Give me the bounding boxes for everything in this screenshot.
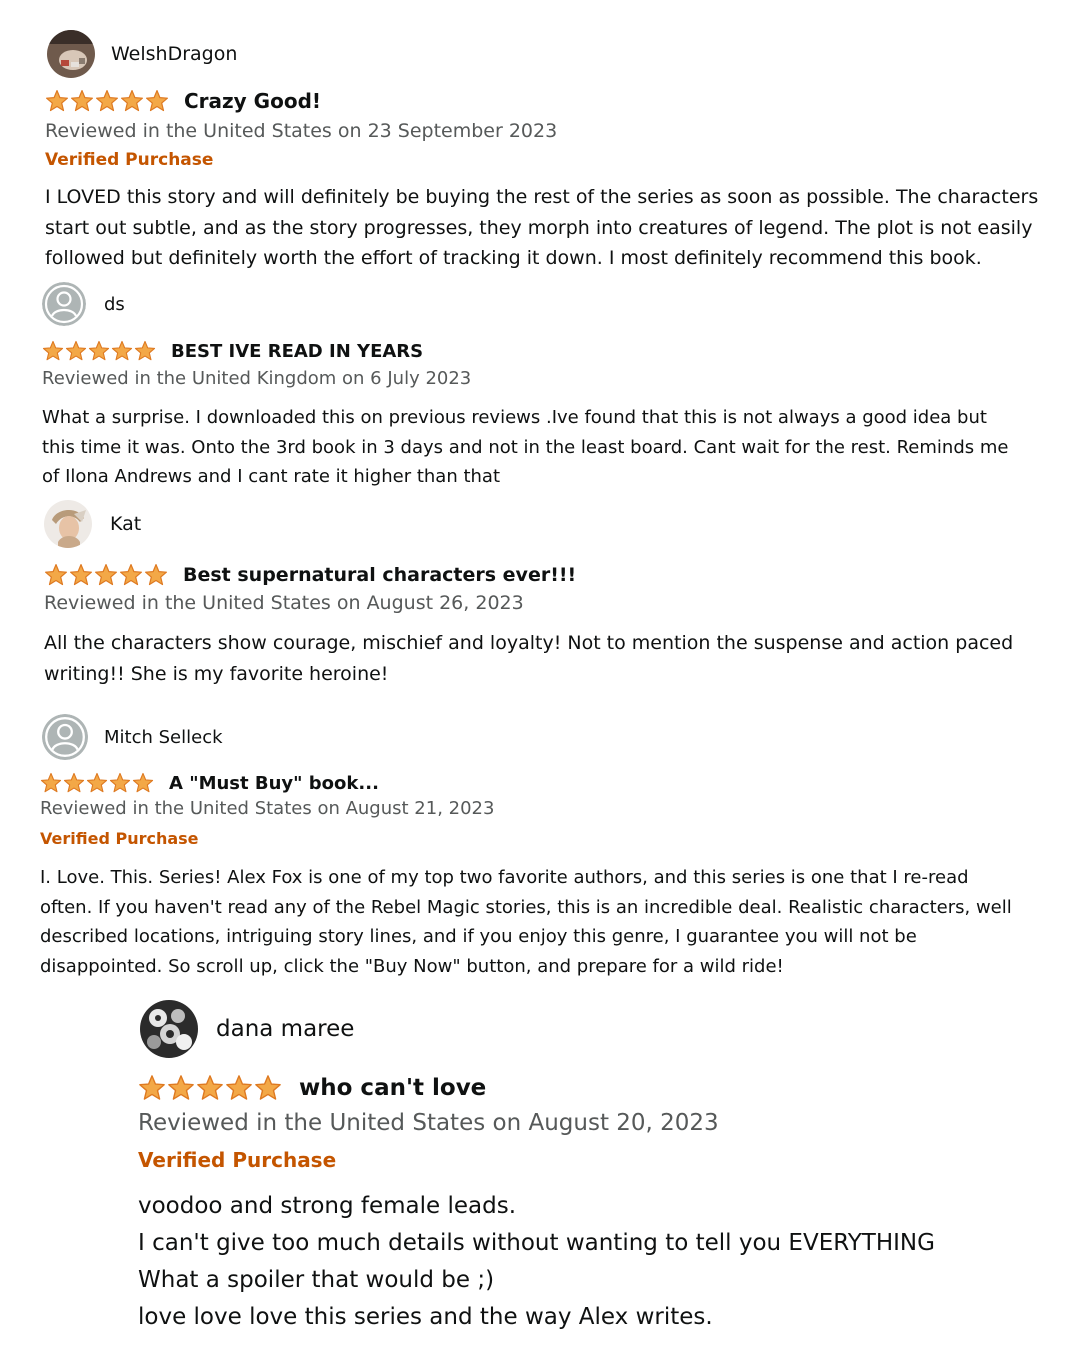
review-card: ds BEST IVE READ IN YEARS Reviewed in th… bbox=[42, 282, 1008, 492]
review-body: What a surprise. I downloaded this on pr… bbox=[42, 403, 1008, 492]
reviewer-profile[interactable]: Kat bbox=[44, 500, 1013, 548]
review-body-line: I can't give too much details without wa… bbox=[138, 1230, 935, 1256]
review-card: dana maree who can't love Reviewed in th… bbox=[138, 1000, 935, 1336]
user-photo-avatar-icon bbox=[47, 30, 95, 78]
review-title[interactable]: A "Must Buy" book... bbox=[169, 773, 379, 794]
verified-purchase-badge: Verified Purchase bbox=[138, 1148, 337, 1172]
review-card: WelshDragon Crazy Good! Reviewed in the … bbox=[45, 30, 1038, 274]
star-icon bbox=[42, 340, 64, 361]
star-icon bbox=[134, 340, 156, 361]
star-rating-icon bbox=[44, 563, 169, 587]
star-icon bbox=[146, 90, 168, 112]
star-icon bbox=[70, 564, 92, 586]
star-icon bbox=[45, 564, 67, 586]
star-icon bbox=[168, 1075, 194, 1100]
star-icon bbox=[65, 340, 87, 361]
review-body-line: What a surprise. I downloaded this on pr… bbox=[42, 407, 987, 428]
review-title[interactable]: Crazy Good! bbox=[184, 89, 321, 113]
reviewer-name[interactable]: Mitch Selleck bbox=[104, 727, 223, 748]
user-photo-avatar-icon bbox=[44, 500, 92, 548]
review-body-line: described locations, intriguing story li… bbox=[40, 926, 917, 948]
star-rating-icon bbox=[42, 340, 157, 362]
star-icon bbox=[88, 340, 110, 361]
review-body-line: I LOVED this story and will definitely b… bbox=[45, 186, 1039, 208]
star-icon bbox=[121, 90, 143, 112]
review-body-line: voodoo and strong female leads. bbox=[138, 1193, 517, 1219]
star-rating-icon bbox=[40, 772, 155, 794]
reviewer-profile[interactable]: WelshDragon bbox=[45, 30, 1038, 78]
star-icon bbox=[46, 90, 68, 112]
star-icon bbox=[132, 772, 154, 793]
star-icon bbox=[197, 1075, 223, 1100]
reviewer-name[interactable]: Kat bbox=[110, 513, 141, 535]
review-date: Reviewed in the United States on August … bbox=[40, 798, 495, 819]
reviewer-name[interactable]: ds bbox=[104, 294, 125, 315]
review-card: Mitch Selleck A "Must Buy" book... Revie… bbox=[40, 714, 1012, 982]
review-body-line: start out subtle, and as the story progr… bbox=[45, 216, 1033, 239]
review-body-line: often. If you haven't read any of the Re… bbox=[40, 896, 1012, 918]
user-photo-avatar-icon bbox=[140, 1000, 198, 1058]
review-body: voodoo and strong female leads. I can't … bbox=[138, 1188, 935, 1336]
review-date: Reviewed in the United Kingdom on 6 July… bbox=[42, 368, 472, 389]
review-body-line: followed but definitely worth the effort… bbox=[45, 247, 982, 269]
review-body-line: disappointed. So scroll up, click the "B… bbox=[40, 956, 784, 978]
review-body-line: All the characters show courage, mischie… bbox=[44, 632, 1014, 654]
review-date: Reviewed in the United States on August … bbox=[138, 1110, 719, 1136]
review-date: Reviewed in the United States on August … bbox=[44, 592, 524, 614]
verified-purchase-badge: Verified Purchase bbox=[40, 829, 199, 848]
star-icon bbox=[96, 90, 118, 112]
star-icon bbox=[120, 564, 142, 586]
review-body-line: love love love this series and the way A… bbox=[138, 1304, 713, 1330]
review-body: I LOVED this story and will definitely b… bbox=[45, 182, 1038, 274]
star-rating-icon bbox=[138, 1074, 283, 1102]
star-icon bbox=[111, 340, 133, 361]
star-icon bbox=[63, 772, 85, 793]
star-icon bbox=[145, 564, 167, 586]
star-icon bbox=[109, 772, 131, 793]
review-body-line: What a spoiler that would be ;) bbox=[138, 1267, 495, 1293]
reviewer-name[interactable]: dana maree bbox=[216, 1016, 354, 1042]
star-icon bbox=[86, 772, 108, 793]
reviewer-profile[interactable]: dana maree bbox=[138, 1000, 935, 1058]
default-profile-avatar-icon bbox=[42, 282, 86, 326]
review-title[interactable]: Best supernatural characters ever!!! bbox=[183, 564, 576, 586]
review-body-line: writing!! She is my favorite heroine! bbox=[44, 663, 389, 685]
review-body-line: of Ilona Andrews and I cant rate it high… bbox=[42, 466, 501, 487]
review-body: All the characters show courage, mischie… bbox=[44, 628, 1013, 690]
star-icon bbox=[95, 564, 117, 586]
star-icon bbox=[139, 1075, 165, 1100]
verified-purchase-badge: Verified Purchase bbox=[45, 150, 214, 170]
star-rating-icon bbox=[45, 89, 170, 113]
reviewer-profile[interactable]: Mitch Selleck bbox=[40, 714, 1012, 760]
review-body-line: this time it was. Onto the 3rd book in 3… bbox=[42, 436, 1009, 458]
star-icon bbox=[71, 90, 93, 112]
reviewer-name[interactable]: WelshDragon bbox=[111, 43, 237, 65]
review-date: Reviewed in the United States on 23 Sept… bbox=[45, 120, 558, 142]
review-card: Kat Best supernatural characters ever!!!… bbox=[44, 500, 1013, 690]
star-icon bbox=[255, 1075, 281, 1100]
star-icon bbox=[226, 1075, 252, 1100]
review-body-line: I. Love. This. Series! Alex Fox is one o… bbox=[40, 867, 969, 888]
star-icon bbox=[40, 772, 62, 793]
default-profile-avatar-icon bbox=[42, 714, 88, 760]
reviewer-profile[interactable]: ds bbox=[42, 282, 1008, 326]
review-body: I. Love. This. Series! Alex Fox is one o… bbox=[40, 863, 1012, 982]
review-title[interactable]: who can't love bbox=[299, 1075, 486, 1101]
review-title[interactable]: BEST IVE READ IN YEARS bbox=[171, 341, 423, 362]
